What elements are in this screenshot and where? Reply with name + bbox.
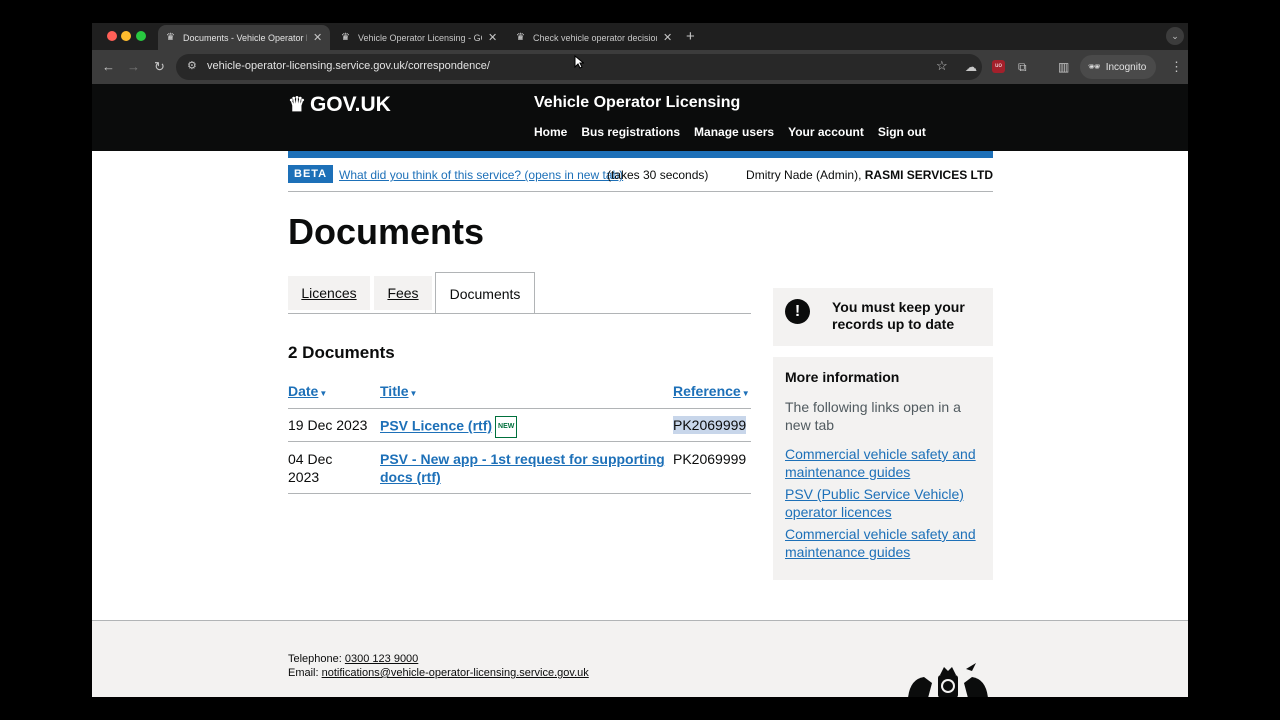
email-label: Email: xyxy=(288,667,319,679)
close-window-button[interactable] xyxy=(107,31,117,41)
table-divider xyxy=(288,493,751,494)
reload-icon[interactable]: ↻ xyxy=(154,58,165,76)
more-information-panel: More information The following links ope… xyxy=(773,357,993,580)
new-badge: NEW xyxy=(495,416,518,438)
feedback-duration: (takes 30 seconds) xyxy=(607,168,709,182)
link-vehicle-safety-guides-2[interactable]: Commercial vehicle safety and maintenanc… xyxy=(785,525,981,561)
reference-column-header[interactable]: Reference▼ xyxy=(673,383,750,399)
incognito-indicator[interactable]: 🕶 Incognito xyxy=(1080,55,1156,79)
crown-favicon-icon: ♛ xyxy=(166,32,175,43)
new-tab-button[interactable]: + xyxy=(686,28,695,45)
govuk-logo-text: GOV.UK xyxy=(309,92,391,116)
exclamation-icon: ! xyxy=(785,299,810,324)
minimize-window-button[interactable] xyxy=(121,31,131,41)
row-date-line-1: 04 Dec xyxy=(288,451,333,467)
header-blue-bar xyxy=(288,151,993,158)
nav-manage-users[interactable]: Manage users xyxy=(694,125,774,139)
site-settings-icon[interactable]: ⚙ xyxy=(187,59,197,72)
feedback-link[interactable]: What did you think of this service? (ope… xyxy=(339,168,623,182)
document-link[interactable]: PSV Licence (rtf) xyxy=(380,418,492,434)
row-date-line-2: 2023 xyxy=(288,469,320,485)
telephone-link[interactable]: 0300 123 9000 xyxy=(345,653,418,665)
tab-strip: ♛ Documents - Vehicle Operator Licensing… xyxy=(92,23,1188,50)
link-vehicle-safety-guides[interactable]: Commercial vehicle safety and maintenanc… xyxy=(785,445,981,481)
govuk-logo[interactable]: ♛ GOV.UK xyxy=(288,92,391,117)
email-link[interactable]: notifications@vehicle-operator-licensing… xyxy=(322,667,589,679)
url-text[interactable]: vehicle-operator-licensing.service.gov.u… xyxy=(207,60,490,72)
date-header-label: Date xyxy=(288,383,319,399)
extensions-puzzle-icon[interactable]: ⧉ xyxy=(1018,58,1027,76)
nav-your-account[interactable]: Your account xyxy=(788,125,864,139)
browser-tab-vol[interactable]: ♛ Vehicle Operator Licensing - GOV.UK ✕ xyxy=(333,25,505,50)
tab-title: Check vehicle operator decisions xyxy=(533,32,657,43)
crown-favicon-icon: ♛ xyxy=(516,32,525,43)
more-information-text: The following links open in a new tab xyxy=(785,399,961,433)
forward-arrow-icon[interactable]: → xyxy=(127,58,140,76)
row-title: PSV Licence (rtf) NEW xyxy=(380,416,518,438)
mouse-cursor-icon xyxy=(574,55,584,69)
browser-toolbar: ← → ↻ ⚙ vehicle-operator-licensing.servi… xyxy=(92,50,1188,84)
header-nav: Home Bus registrations Manage users Your… xyxy=(534,125,926,139)
documents-count-heading: 2 Documents xyxy=(288,343,395,362)
user-name: Dmitry Nade (Admin), xyxy=(746,168,862,182)
incognito-label: Incognito xyxy=(1105,61,1147,73)
telephone-label: Telephone: xyxy=(288,653,342,665)
browser-tab-check[interactable]: ♛ Check vehicle operator decisions ✕ xyxy=(508,25,680,50)
document-link-line-1[interactable]: PSV - New app - 1st request for supporti… xyxy=(380,450,665,468)
royal-crest-icon xyxy=(908,663,988,697)
tab-title: Documents - Vehicle Operator Licensing xyxy=(183,32,307,43)
side-panel-icon[interactable]: ▥ xyxy=(1058,58,1069,76)
user-info: Dmitry Nade (Admin), RASMI SERVICES LTD xyxy=(746,168,993,182)
browser-menu-icon[interactable]: ⋮ xyxy=(1170,58,1183,76)
row-date: 19 Dec 2023 xyxy=(288,417,368,433)
tab-title: Vehicle Operator Licensing - GOV.UK xyxy=(358,32,482,43)
gov-header: ♛ GOV.UK Vehicle Operator Licensing Home… xyxy=(92,84,1188,151)
tab-search-chevron-icon[interactable]: ⌄ xyxy=(1166,27,1184,45)
service-name[interactable]: Vehicle Operator Licensing xyxy=(534,94,740,112)
nav-bus-registrations[interactable]: Bus registrations xyxy=(581,125,680,139)
table-divider xyxy=(288,441,751,442)
close-tab-icon[interactable]: ✕ xyxy=(663,31,672,44)
document-link-line-2[interactable]: docs (rtf) xyxy=(380,468,441,486)
close-tab-icon[interactable]: ✕ xyxy=(488,31,497,44)
nav-sign-out[interactable]: Sign out xyxy=(878,125,926,139)
close-tab-icon[interactable]: ✕ xyxy=(313,31,322,44)
organisation-name: RASMI SERVICES LTD xyxy=(864,168,993,182)
sort-arrow-icon: ▼ xyxy=(741,389,750,398)
page-title: Documents xyxy=(288,211,485,252)
sort-arrow-icon: ▼ xyxy=(319,389,328,398)
more-information-heading: More information xyxy=(785,369,900,385)
footer-email: Email: notifications@vehicle-operator-li… xyxy=(288,667,589,679)
nav-home[interactable]: Home xyxy=(534,125,567,139)
incognito-icon: 🕶 xyxy=(1088,61,1101,73)
crown-favicon-icon: ♛ xyxy=(341,32,350,43)
extension-cloud-icon[interactable]: ☁ xyxy=(965,58,977,76)
warning-panel: ! You must keep your records up to date xyxy=(773,288,993,346)
back-arrow-icon[interactable]: ← xyxy=(102,58,115,76)
warning-text: You must keep your records up to date xyxy=(832,299,965,332)
sort-arrow-icon: ▼ xyxy=(409,389,418,398)
date-column-header[interactable]: Date▼ xyxy=(288,383,327,399)
crown-icon: ♛ xyxy=(288,94,306,116)
row-reference: PK2069999 xyxy=(673,416,747,434)
beta-tag: BETA xyxy=(288,165,334,183)
footer-telephone: Telephone: 0300 123 9000 xyxy=(288,653,418,665)
title-column-header[interactable]: Title▼ xyxy=(380,383,417,399)
ublock-extension-icon[interactable]: uo xyxy=(992,60,1005,73)
reference-header-label: Reference xyxy=(673,383,741,399)
row-reference: PK2069999 xyxy=(673,451,747,467)
phase-banner: BETA What did you think of this service?… xyxy=(288,165,993,192)
tab-licences[interactable]: Licences xyxy=(288,276,370,310)
link-psv-licences[interactable]: PSV (Public Service Vehicle) operator li… xyxy=(785,485,981,521)
browser-tab-documents[interactable]: ♛ Documents - Vehicle Operator Licensing… xyxy=(158,25,330,50)
tabs-divider xyxy=(288,313,751,314)
tab-fees[interactable]: Fees xyxy=(374,276,432,310)
title-header-label: Title xyxy=(380,383,409,399)
browser-window: ♛ Documents - Vehicle Operator Licensing… xyxy=(92,23,1188,697)
table-divider xyxy=(288,408,751,409)
bookmark-star-icon[interactable]: ☆ xyxy=(936,58,948,74)
tab-documents[interactable]: Documents xyxy=(435,272,535,314)
footer: Telephone: 0300 123 9000 Email: notifica… xyxy=(92,620,1188,697)
zoom-window-button[interactable] xyxy=(136,31,146,41)
